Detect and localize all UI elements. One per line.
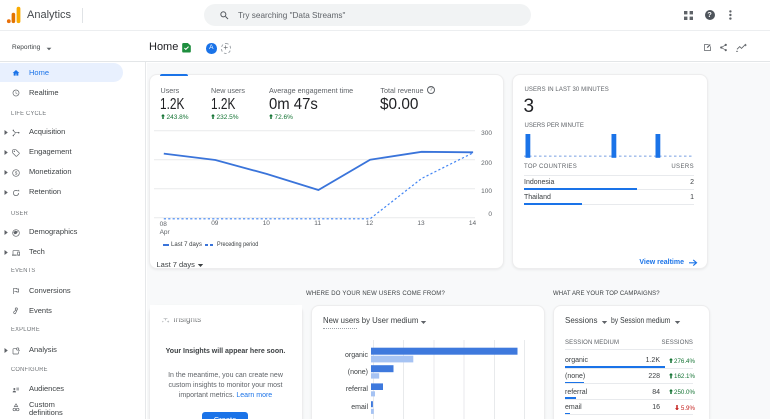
svg-text:$: $ bbox=[15, 170, 18, 175]
